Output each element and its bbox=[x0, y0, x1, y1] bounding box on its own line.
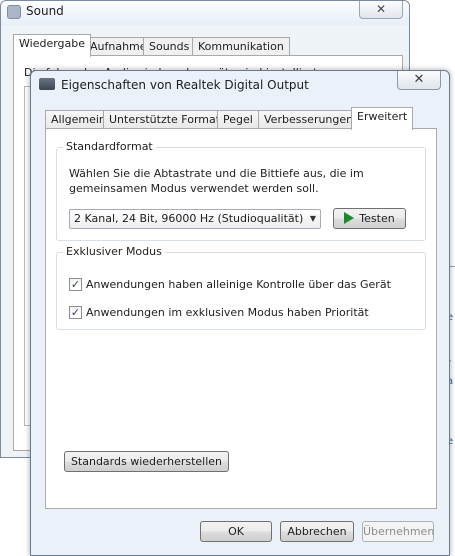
erweitert-panel: Standardformat Wählen Sie die Abtastrate… bbox=[45, 128, 437, 509]
play-icon bbox=[344, 212, 355, 224]
dialog-titlebar[interactable]: Eigenschaften von Realtek Digital Output… bbox=[31, 71, 449, 98]
exclusive-control-checkbox[interactable]: ✓ bbox=[69, 278, 82, 291]
exclusive-mode-group: Exklusiver Modus ✓ Anwendungen haben all… bbox=[56, 245, 426, 330]
apply-button[interactable]: Übernehmen bbox=[362, 521, 434, 542]
properties-dialog: Eigenschaften von Realtek Digital Output… bbox=[30, 70, 450, 556]
dialog-title: Eigenschaften von Realtek Digital Output bbox=[61, 78, 309, 92]
test-button[interactable]: Testen bbox=[333, 208, 406, 229]
standardformat-description: Wählen Sie die Abtastrate und die Bittie… bbox=[69, 167, 364, 195]
restore-defaults-button[interactable]: Standards wiederherstellen bbox=[64, 451, 229, 472]
exclusive-control-label: Anwendungen haben alleinige Kontrolle üb… bbox=[86, 278, 391, 291]
standardformat-title: Standardformat bbox=[63, 140, 156, 153]
tab-wiedergabe[interactable]: Wiedergabe bbox=[13, 34, 92, 57]
tab-sounds[interactable]: Sounds bbox=[143, 37, 196, 56]
sound-window-close-button[interactable]: ✕ bbox=[359, 1, 403, 19]
tab-unterstuetzte-formate[interactable]: Unterstützte Formate bbox=[103, 110, 233, 129]
tab-pegel[interactable]: Pegel bbox=[217, 110, 259, 129]
ok-button[interactable]: OK bbox=[200, 521, 272, 542]
tab-verbesserungen[interactable]: Verbesserungen bbox=[258, 110, 360, 129]
speaker-icon bbox=[7, 5, 21, 19]
exclusive-mode-title: Exklusiver Modus bbox=[63, 245, 165, 258]
tab-allgemein[interactable]: Allgemein bbox=[45, 110, 112, 129]
sound-window-title: Sound bbox=[26, 4, 64, 18]
dialog-close-button[interactable]: ✕ bbox=[397, 71, 441, 90]
dialog-tabstrip: Allgemein Unterstützte Formate Pegel Ver… bbox=[45, 107, 437, 130]
exclusive-priority-label: Anwendungen im exklusiven Modus haben Pr… bbox=[86, 306, 369, 319]
sound-window-titlebar[interactable]: Sound ✕ bbox=[1, 1, 409, 25]
standardformat-group: Standardformat Wählen Sie die Abtastrate… bbox=[56, 140, 426, 241]
digital-output-icon bbox=[39, 78, 55, 90]
chevron-down-icon: ▼ bbox=[309, 214, 316, 223]
cancel-button[interactable]: Abbrechen bbox=[280, 521, 354, 542]
format-select[interactable]: 2 Kanal, 24 Bit, 96000 Hz (Studioqualitä… bbox=[69, 209, 321, 229]
tab-erweitert[interactable]: Erweitert bbox=[351, 107, 414, 130]
format-select-value: 2 Kanal, 24 Bit, 96000 Hz (Studioqualitä… bbox=[74, 212, 304, 225]
tab-kommunikation[interactable]: Kommunikation bbox=[192, 37, 290, 56]
exclusive-priority-checkbox[interactable]: ✓ bbox=[69, 306, 82, 319]
test-button-label: Testen bbox=[359, 212, 395, 225]
